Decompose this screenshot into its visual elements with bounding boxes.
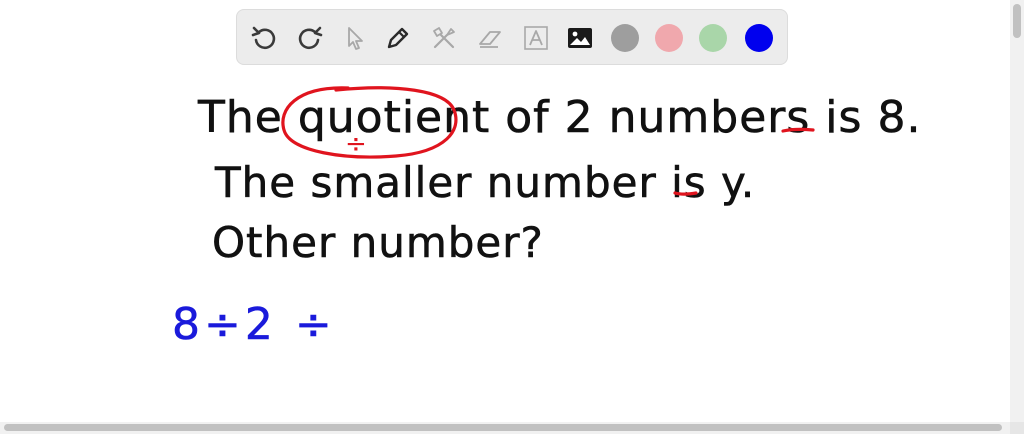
color-swatch-pink[interactable] (655, 24, 683, 52)
blue-math-expression: 8÷2 ÷ (172, 299, 336, 350)
tools-icon (433, 27, 455, 49)
eraser-icon (479, 31, 501, 48)
pen-button[interactable] (383, 23, 413, 53)
image-icon (568, 28, 592, 48)
vertical-scrollbar[interactable] (1010, 0, 1024, 422)
color-swatch-blue[interactable] (745, 24, 773, 52)
line2-value: y (720, 158, 741, 207)
text-button[interactable] (521, 23, 551, 53)
board-line-3: Other number? (212, 218, 544, 267)
quotient-circle-mark (281, 86, 458, 159)
divide-symbol-red: ÷ (345, 129, 367, 159)
line1-end: . (906, 92, 922, 143)
horizontal-scrollbar-thumb[interactable] (4, 424, 1002, 431)
drawing-toolbar (236, 9, 788, 65)
undo-icon (251, 26, 276, 50)
image-button[interactable] (565, 23, 595, 53)
line2-pre: The smaller number is (215, 158, 707, 207)
underline-y-mark (673, 191, 698, 196)
undo-button[interactable] (249, 23, 279, 53)
redo-icon (298, 26, 323, 50)
line1-pre: The (198, 92, 283, 143)
tools-button[interactable] (429, 23, 459, 53)
pen-icon (387, 27, 409, 49)
text-icon (524, 26, 548, 50)
select-button[interactable] (339, 23, 369, 53)
cursor-icon (348, 27, 363, 50)
vertical-scrollbar-thumb[interactable] (1013, 4, 1021, 38)
line1-value: 8 (877, 92, 907, 143)
redo-button[interactable] (295, 23, 325, 53)
scrollbar-corner (1010, 422, 1024, 434)
eraser-button[interactable] (475, 23, 505, 53)
color-swatch-green[interactable] (699, 24, 727, 52)
color-swatch-gray[interactable] (611, 24, 639, 52)
underline-8-mark (781, 127, 815, 133)
line2-end: . (740, 158, 756, 207)
